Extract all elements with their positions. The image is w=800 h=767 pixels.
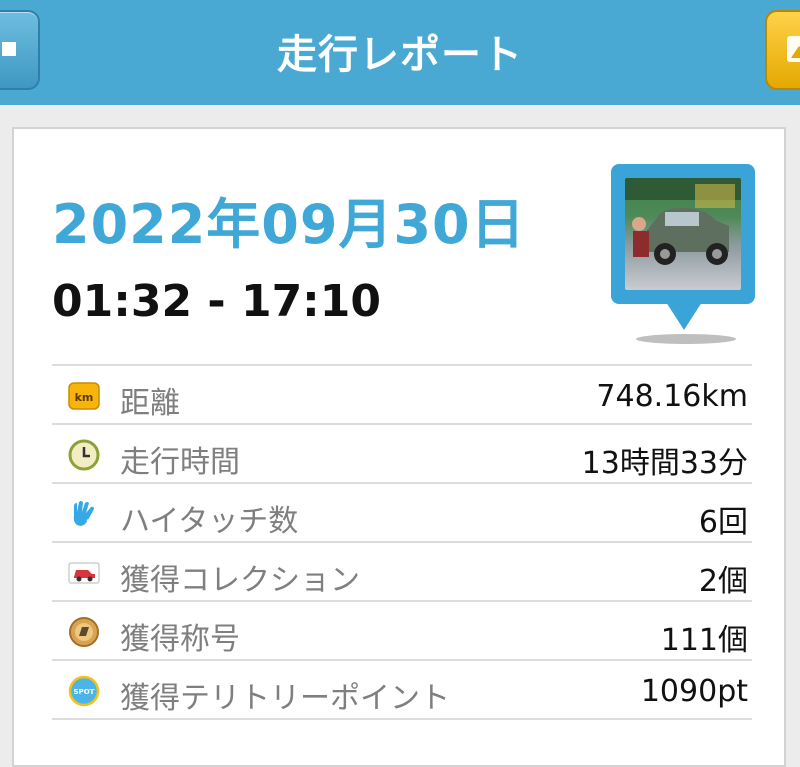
stat-row-drive-time: 走行時間 13時間33分 [52, 423, 752, 482]
stat-label: 距離 [120, 386, 180, 421]
pin-shadow [636, 334, 736, 344]
stat-row-territory-points: SPOT 獲得テリトリーポイント 1090pt [52, 659, 752, 720]
report-date: 2022年09月30日 [52, 193, 526, 256]
share-button[interactable] [765, 10, 800, 90]
stat-row-collection: 獲得コレクション 2個 [52, 541, 752, 600]
stat-value: 748.16km [596, 379, 748, 414]
svg-text:SPOT: SPOT [74, 688, 95, 696]
stat-label: 獲得コレクション [120, 563, 360, 598]
stat-label: 走行時間 [120, 445, 240, 480]
report-time-range: 01:32 - 17:10 [52, 276, 382, 327]
pin-pointer [666, 302, 702, 330]
svg-text:km: km [75, 391, 94, 404]
stat-value: 111個 [660, 623, 748, 658]
stat-row-titles: 獲得称号 111個 [52, 600, 752, 659]
title-medal-icon [69, 617, 99, 647]
stat-label: 獲得称号 [120, 622, 240, 657]
spot-icon: SPOT [68, 675, 100, 707]
clock-icon [68, 439, 100, 471]
stat-row-high-touch: Hi ハイタッチ数 6回 [52, 482, 752, 541]
km-icon: km [68, 382, 100, 410]
stat-row-distance: km 距離 748.16km [52, 364, 752, 423]
photo-pin[interactable] [611, 164, 755, 304]
trip-photo [625, 178, 741, 290]
stat-label: ハイタッチ数 [120, 504, 299, 539]
stat-value: 6回 [698, 505, 748, 540]
stat-value: 2個 [698, 564, 748, 599]
car-collection-icon [68, 562, 100, 584]
hi-hand-icon: Hi [73, 501, 97, 529]
stat-value: 13時間33分 [581, 446, 748, 481]
image-icon [787, 36, 800, 62]
stats-list: km 距離 748.16km 走行時間 13時間33分 Hi ハイタッチ数 6回… [52, 364, 752, 720]
svg-text:Hi: Hi [86, 519, 97, 529]
stat-value: 1090pt [640, 674, 748, 709]
header-bar: 走行レポート [0, 0, 800, 105]
stat-label: 獲得テリトリーポイント [120, 681, 450, 716]
page-title: 走行レポート [277, 32, 523, 78]
